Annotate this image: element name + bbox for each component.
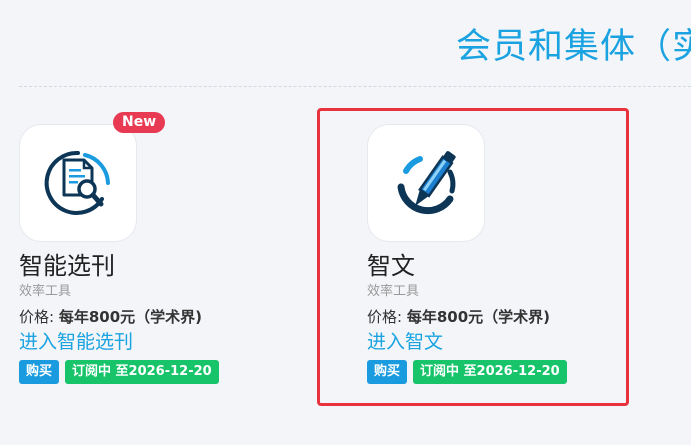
app-name: 智能选刊	[19, 252, 115, 280]
highlight-box	[317, 108, 629, 406]
section-divider	[19, 86, 691, 87]
new-badge: New	[113, 112, 166, 133]
subscription-status-badge: 订阅中 至2026-12-20	[65, 360, 219, 384]
app-icon-box[interactable]: New	[19, 112, 166, 242]
app-category: 效率工具	[19, 284, 72, 299]
document-search-icon	[44, 150, 110, 215]
price-label: 价格:	[19, 308, 59, 326]
app-price: 价格: 每年800元（学术界)	[19, 307, 279, 327]
app-card-zhineng-xuankan: New 智能选刊 效率工具 价格: 每年800元（学术界) 进入智能选刊 购买 …	[19, 112, 279, 384]
enter-app-link[interactable]: 进入智能选刊	[19, 330, 279, 354]
section-heading: 会员和集体（实	[456, 27, 691, 67]
buy-button[interactable]: 购买	[19, 360, 60, 384]
price-value: 每年800元（学术界)	[58, 308, 202, 326]
tag-row: 购买 订阅中 至2026-12-20	[19, 360, 279, 384]
